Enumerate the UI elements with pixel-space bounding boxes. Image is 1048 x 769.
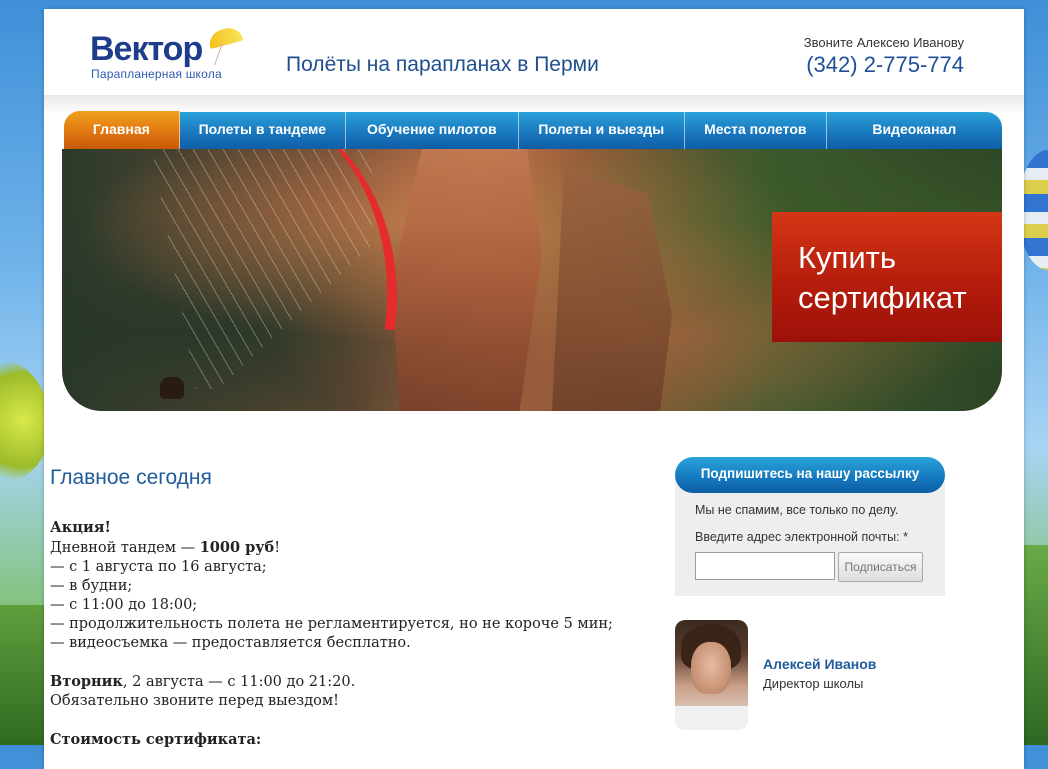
background-paraglider-left: [0, 360, 50, 480]
page-title: Главное сегодня: [50, 466, 212, 489]
hero-pilot: [160, 377, 184, 399]
nav-item-home[interactable]: Главная: [64, 111, 180, 149]
hero-paraglider-wing: [216, 149, 424, 331]
promo-item: — в будни;: [50, 578, 133, 594]
person-name[interactable]: Алексей Иванов: [763, 656, 876, 672]
person-role: Директор школы: [763, 675, 864, 691]
subscribe-title: Подпишитесь на нашу рассылку: [675, 457, 945, 493]
news-article: Акция! Дневной тандем — 1000 руб! — с 1 …: [50, 518, 630, 750]
cta-line-1: Купить: [798, 240, 897, 275]
nav-item-flights[interactable]: Полеты и выезды: [519, 111, 686, 149]
cta-line-2: сертификат: [798, 280, 967, 315]
hero-banner: Купить сертификат: [62, 149, 1002, 411]
site-tagline: Полёты на парапланах в Перми: [286, 53, 599, 76]
site-logo[interactable]: Вектор Парапланерная школа: [90, 24, 244, 87]
promo-item: — продолжительность полета не регламенти…: [50, 616, 613, 632]
cutoff-heading: Стоимость сертификата:: [50, 731, 262, 748]
site-header: Вектор Парапланерная школа Полёты на пар…: [44, 9, 1024, 95]
email-input[interactable]: [695, 552, 835, 580]
logo-name: Вектор: [90, 30, 203, 68]
event-note: Обязательно звоните перед выездом!: [50, 693, 339, 709]
logo-subtitle: Парапланерная школа: [91, 67, 222, 81]
email-label: Введите адрес электронной почты: *: [695, 530, 908, 544]
nav-item-places[interactable]: Места полетов: [685, 111, 827, 149]
subscribe-box: Мы не спамим, все только по делу. Введит…: [675, 475, 945, 596]
nav-item-video[interactable]: Видеоканал: [827, 111, 1002, 149]
sidebar: Подпишитесь на нашу рассылку Мы не спами…: [675, 457, 945, 730]
buy-certificate-button[interactable]: Купить сертификат: [772, 212, 1002, 342]
event-day: Вторник: [50, 673, 123, 690]
main-content: Главное сегодня Акция! Дневной тандем — …: [50, 466, 630, 750]
contact-phone[interactable]: (342) 2-775-774: [804, 52, 964, 78]
promo-price: 1000 руб: [199, 539, 275, 556]
nav-item-training[interactable]: Обучение пилотов: [346, 111, 519, 149]
hero-cliff: [552, 169, 672, 411]
event-line: Вторник, 2 августа — с 11:00 до 21:20.: [50, 673, 356, 690]
promo-item: — с 1 августа по 16 августа;: [50, 559, 267, 575]
promo-item: — с 11:00 до 18:00;: [50, 597, 198, 613]
subscribe-button[interactable]: Подписаться: [838, 552, 923, 582]
promo-heading: Акция!: [50, 519, 111, 536]
promo-line: Дневной тандем — 1000 руб!: [50, 539, 281, 556]
person-info: Алексей Иванов Директор школы: [763, 656, 876, 691]
subscribe-note: Мы не спамим, все только по делу.: [695, 503, 899, 517]
nav-item-tandem[interactable]: Полеты в тандеме: [180, 111, 347, 149]
header-contact: Звоните Алексею Иванову (342) 2-775-774: [804, 35, 964, 78]
main-navigation: Главная Полеты в тандеме Обучение пилото…: [64, 111, 1002, 149]
subscribe-form: Подписаться: [695, 552, 925, 582]
hero-cliff: [392, 149, 542, 411]
contact-label: Звоните Алексею Иванову: [803, 35, 964, 50]
director-card: Алексей Иванов Директор школы: [675, 620, 945, 730]
promo-item: — видеосъемка — предоставляется бесплатн…: [50, 635, 411, 651]
avatar: [675, 620, 748, 730]
